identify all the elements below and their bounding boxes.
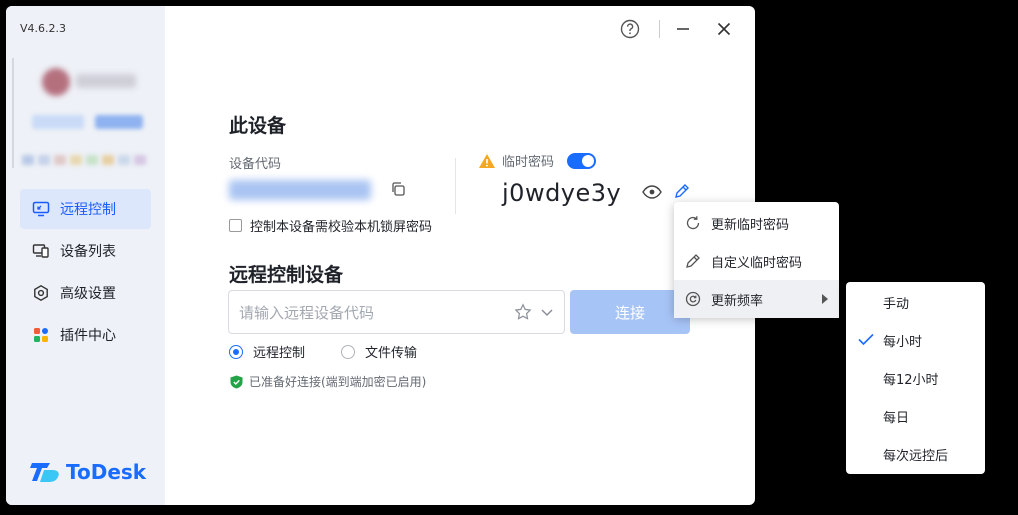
frequency-submenu: 手动 每小时 每12小时 每日 每次远控后 xyxy=(846,282,985,474)
menu-item-label: 更新临时密码 xyxy=(711,217,790,233)
help-icon xyxy=(620,19,640,39)
app-window: V4.6.2.3 远程控制 设备列表 高级设置 插件中心 ToDesk 此设备 … xyxy=(6,6,755,505)
account-badges xyxy=(32,114,144,130)
edit-password-button[interactable] xyxy=(674,183,690,203)
eye-icon xyxy=(642,185,662,199)
sidebar-item-label: 远程控制 xyxy=(60,202,116,218)
pencil-icon xyxy=(685,253,701,269)
menu-item-custom-password[interactable]: 自定义临时密码 xyxy=(674,242,839,280)
close-button[interactable] xyxy=(713,18,735,40)
version-label: V4.6.2.3 xyxy=(20,22,67,35)
sidebar: V4.6.2.3 远程控制 设备列表 高级设置 插件中心 ToDesk xyxy=(6,6,165,505)
minimize-icon xyxy=(677,28,689,30)
frequency-option-label: 手动 xyxy=(883,296,910,312)
lock-screen-checkbox-label: 控制本设备需校验本机锁屏密码 xyxy=(250,220,433,235)
section-divider xyxy=(455,158,456,214)
refresh-icon xyxy=(685,215,701,231)
chevron-down-icon[interactable] xyxy=(540,305,554,319)
membership-icons xyxy=(22,150,157,165)
frequency-option-label: 每日 xyxy=(883,410,910,426)
todesk-logo-icon xyxy=(30,463,59,482)
title-bar-divider xyxy=(659,20,660,38)
frequency-option-hourly[interactable]: 每小时 xyxy=(846,321,985,359)
connection-status-text: 已准备好连接(端到端加密已启用) xyxy=(249,375,427,389)
remote-control-icon xyxy=(32,200,50,218)
sidebar-item-label: 插件中心 xyxy=(60,328,116,344)
frequency-icon xyxy=(685,291,701,307)
temp-password-toggle[interactable] xyxy=(567,153,596,169)
check-icon xyxy=(858,333,874,346)
frequency-option-12-hours[interactable]: 每12小时 xyxy=(846,359,985,397)
menu-item-label: 自定义临时密码 xyxy=(711,255,803,271)
device-code-value[interactable] xyxy=(229,180,371,200)
frequency-option-label: 每12小时 xyxy=(883,372,939,388)
close-icon xyxy=(717,22,731,36)
remote-control-title: 远程控制设备 xyxy=(229,264,344,286)
star-icon[interactable] xyxy=(514,303,532,321)
user-profile[interactable] xyxy=(12,58,155,168)
lock-screen-option[interactable]: 控制本设备需校验本机锁屏密码 xyxy=(229,216,432,235)
sidebar-nav: 远程控制 设备列表 高级设置 插件中心 xyxy=(20,189,151,357)
plugin-center-icon xyxy=(32,326,50,344)
profile-divider xyxy=(12,58,14,168)
temp-password-header: 临时密码 xyxy=(478,151,554,170)
frequency-option-after-each-session[interactable]: 每次远控后 xyxy=(846,435,985,473)
remote-code-input[interactable]: 请输入远程设备代码 xyxy=(228,290,565,334)
menu-item-refresh-password[interactable]: 更新临时密码 xyxy=(674,204,839,242)
sidebar-item-advanced-settings[interactable]: 高级设置 xyxy=(20,273,151,313)
todesk-logo: ToDesk xyxy=(30,460,146,484)
minimize-button[interactable] xyxy=(672,18,694,40)
password-menu: 更新临时密码 自定义临时密码 更新频率 xyxy=(674,202,839,318)
frequency-option-manual[interactable]: 手动 xyxy=(846,283,985,321)
lock-screen-checkbox[interactable] xyxy=(229,219,242,232)
sidebar-item-label: 设备列表 xyxy=(60,244,116,260)
connection-status: 已准备好连接(端到端加密已启用) xyxy=(230,373,426,390)
file-transfer-radio[interactable] xyxy=(341,344,356,359)
device-code-label: 设备代码 xyxy=(229,157,282,172)
remote-control-radio[interactable] xyxy=(229,344,243,359)
sidebar-item-remote-control[interactable]: 远程控制 xyxy=(20,189,151,229)
title-bar-controls xyxy=(595,6,755,52)
remote-code-placeholder: 请输入远程设备代码 xyxy=(239,303,375,322)
advanced-settings-icon xyxy=(32,284,50,302)
show-password-button[interactable] xyxy=(642,184,662,203)
pencil-icon xyxy=(675,184,689,198)
this-device-title: 此设备 xyxy=(229,115,287,137)
device-list-icon xyxy=(32,242,50,260)
frequency-option-daily[interactable]: 每日 xyxy=(846,397,985,435)
temp-password-value: j0wdye3y xyxy=(502,179,622,207)
avatar[interactable] xyxy=(42,68,70,96)
frequency-option-label: 每次远控后 xyxy=(883,448,949,464)
copy-icon xyxy=(392,182,405,196)
copy-code-button[interactable] xyxy=(390,181,406,201)
connect-button[interactable]: 连接 xyxy=(570,290,690,334)
remote-control-mode-label[interactable]: 远程控制 xyxy=(253,342,305,361)
menu-item-label: 更新频率 xyxy=(711,293,764,309)
chevron-right-icon xyxy=(822,294,828,304)
logo-text: ToDesk xyxy=(66,460,147,484)
mode-selector: 远程控制 文件传输 xyxy=(229,342,417,361)
frequency-option-label: 每小时 xyxy=(883,334,923,350)
menu-item-update-frequency[interactable]: 更新频率 xyxy=(674,280,839,318)
sidebar-item-device-list[interactable]: 设备列表 xyxy=(20,231,151,271)
warning-icon xyxy=(479,153,495,168)
file-transfer-mode-label[interactable]: 文件传输 xyxy=(365,342,417,361)
shield-check-icon xyxy=(230,375,243,388)
sidebar-item-plugin-center[interactable]: 插件中心 xyxy=(20,315,151,355)
temp-password-label: 临时密码 xyxy=(502,155,555,170)
username-blurred xyxy=(76,74,136,88)
sidebar-item-label: 高级设置 xyxy=(60,286,116,302)
help-button[interactable] xyxy=(619,18,641,40)
